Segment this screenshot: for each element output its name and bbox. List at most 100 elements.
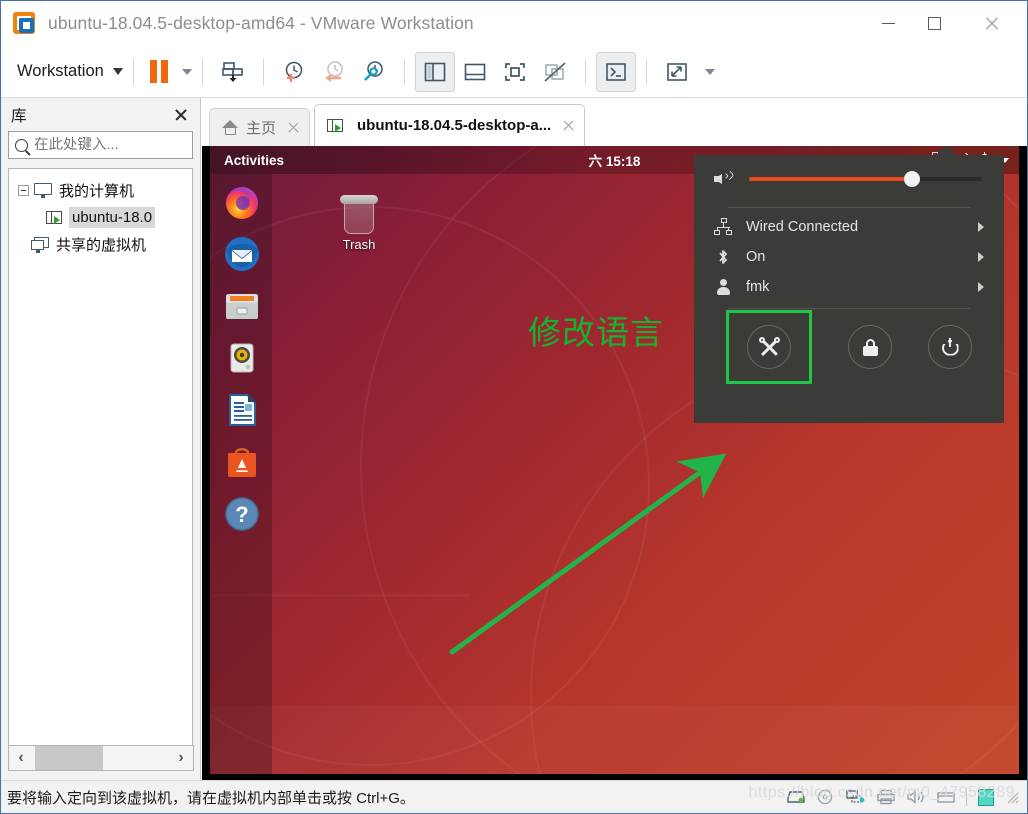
- vm-tab-bar: 主页 ubuntu-18.04.5-desktop-a...: [201, 98, 1027, 146]
- power-off-button[interactable]: [928, 325, 972, 369]
- user-account-row[interactable]: fmk: [694, 272, 1004, 302]
- annotation-text: 修改语言: [528, 313, 664, 352]
- ubuntu-desktop[interactable]: Activities 六 15:18 ? Trash Wired Connect…: [210, 146, 1019, 774]
- cd-dvd-status-icon[interactable]: [816, 789, 835, 805]
- pause-dropdown[interactable]: [181, 68, 192, 75]
- console-view-button[interactable]: [595, 51, 636, 92]
- tree-item-shared-vms[interactable]: 共享的虚拟机: [9, 231, 192, 258]
- sound-status-icon[interactable]: [906, 789, 925, 805]
- speaker-icon: [714, 170, 735, 187]
- bluetooth-icon: [714, 248, 732, 266]
- window-controls: [865, 1, 1027, 46]
- rhythmbox-icon[interactable]: [222, 338, 262, 378]
- tree-item-my-computer[interactable]: 我的计算机: [9, 177, 192, 204]
- tools-icon: [758, 336, 780, 357]
- take-snapshot-button[interactable]: [274, 52, 314, 92]
- wallpaper-band: [210, 706, 1019, 774]
- close-button[interactable]: [957, 1, 1027, 46]
- library-header: 库: [1, 98, 200, 131]
- show-library-button[interactable]: [414, 51, 455, 92]
- files-icon[interactable]: [222, 286, 262, 326]
- unity-mode-button[interactable]: [535, 52, 575, 92]
- desktop-icon-trash[interactable]: Trash: [328, 194, 390, 252]
- maximize-button[interactable]: [911, 1, 957, 46]
- workstation-menu-label: Workstation: [17, 62, 104, 80]
- workstation-menu-button[interactable]: Workstation: [17, 62, 123, 81]
- menu-row-label: fmk: [746, 279, 770, 295]
- help-icon[interactable]: ?: [222, 494, 262, 534]
- settings-button[interactable]: [747, 325, 791, 369]
- minimize-button[interactable]: [865, 1, 911, 46]
- chevron-right-icon: [978, 252, 984, 262]
- status-separator: [966, 788, 967, 806]
- libreoffice-writer-icon[interactable]: [222, 390, 262, 430]
- toolbar-separator: [132, 58, 134, 85]
- system-menu-buttons: [694, 310, 1004, 384]
- wired-connection-row[interactable]: Wired Connected: [694, 212, 1004, 242]
- search-icon: [15, 138, 28, 152]
- shared-vm-icon: [31, 236, 49, 253]
- network-status-icon[interactable]: [846, 789, 865, 805]
- toolbar-separator: [403, 58, 405, 85]
- library-search-box[interactable]: [8, 131, 237, 159]
- volume-slider-row[interactable]: [694, 155, 1004, 203]
- printer-status-icon[interactable]: [876, 789, 895, 805]
- close-icon[interactable]: [174, 108, 188, 122]
- scroll-left-label: ‹: [18, 749, 24, 766]
- tree-item-ubuntu-vm[interactable]: ubuntu-18.0: [9, 204, 192, 231]
- full-screen-button[interactable]: [495, 52, 535, 92]
- toolbar-separator: [201, 58, 203, 85]
- library-tree: 我的计算机 ubuntu-18.0 共享的虚拟机: [8, 168, 193, 754]
- scrollbar-thumb[interactable]: [35, 746, 103, 770]
- thunderbird-icon[interactable]: [222, 234, 262, 274]
- volume-slider[interactable]: [749, 171, 982, 187]
- menu-divider: [728, 308, 970, 309]
- library-sidebar: 库 我的计算机 ubuntu-18.0 共享的虚拟机: [1, 98, 237, 780]
- ubuntu-software-icon[interactable]: [222, 442, 262, 482]
- user-icon: [714, 278, 732, 296]
- chevron-down-icon: [112, 68, 123, 75]
- library-horizontal-scrollbar[interactable]: ‹ ›: [8, 745, 194, 771]
- tab-close-icon[interactable]: [287, 121, 300, 134]
- svg-text:?: ?: [235, 502, 248, 527]
- message-log-status-icon[interactable]: [978, 788, 994, 806]
- tab-ubuntu-vm[interactable]: ubuntu-18.04.5-desktop-a...: [314, 104, 586, 146]
- toolbar-separator: [262, 58, 264, 85]
- computer-icon: [34, 183, 52, 198]
- show-thumbnail-bar-button[interactable]: [455, 52, 495, 92]
- network-wired-icon: [714, 218, 732, 236]
- firefox-icon[interactable]: [222, 182, 262, 222]
- vmware-logo-icon: [13, 11, 37, 36]
- manage-vm-button[interactable]: [213, 52, 253, 92]
- tab-label: ubuntu-18.04.5-desktop-a...: [357, 117, 552, 134]
- tree-item-label: ubuntu-18.0: [69, 207, 156, 228]
- chevron-right-icon: [978, 222, 984, 232]
- ubuntu-dock: ?: [210, 174, 272, 774]
- stretch-button[interactable]: [657, 52, 697, 92]
- tree-item-label: 共享的虚拟机: [56, 237, 147, 254]
- status-device-icons: [786, 788, 1019, 806]
- tab-home[interactable]: 主页: [209, 108, 311, 146]
- library-title: 库: [11, 107, 27, 125]
- tab-close-icon[interactable]: [562, 119, 575, 132]
- scroll-left-arrow-icon[interactable]: ‹: [9, 746, 33, 770]
- virtual-machine-icon: [327, 118, 344, 133]
- bluetooth-row[interactable]: On: [694, 242, 1004, 272]
- expander-icon[interactable]: [18, 185, 29, 196]
- snapshot-manager-button[interactable]: [354, 52, 394, 92]
- search-input[interactable]: [34, 137, 221, 153]
- scroll-right-arrow-icon[interactable]: ›: [169, 746, 193, 770]
- revert-snapshot-button[interactable]: [314, 52, 354, 92]
- menu-row-label: On: [746, 249, 766, 265]
- hard-disk-status-icon[interactable]: [786, 789, 805, 805]
- stretch-dropdown[interactable]: [704, 68, 715, 75]
- usb-status-icon[interactable]: [936, 789, 955, 805]
- toolbar-separator: [584, 58, 586, 85]
- gnome-system-menu[interactable]: Wired Connected On fmk: [694, 146, 1004, 423]
- pause-button[interactable]: [149, 60, 168, 83]
- vm-display-area[interactable]: Activities 六 15:18 ? Trash Wired Connect…: [202, 146, 1027, 780]
- window-title: ubuntu-18.04.5-desktop-amd64 - VMware Wo…: [48, 13, 474, 33]
- lock-button[interactable]: [848, 325, 892, 369]
- vmware-workstation-window: ubuntu-18.04.5-desktop-amd64 - VMware Wo…: [0, 0, 1028, 814]
- resize-grip[interactable]: [1005, 790, 1019, 804]
